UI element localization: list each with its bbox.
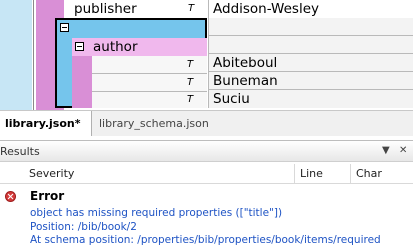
collapse-item-icon[interactable] [60,23,69,32]
value-column-divider [208,18,209,108]
type-marker: T [188,3,195,14]
error-schema-position[interactable]: At schema position: /properties/bib/prop… [30,234,381,247]
level-separator [33,0,34,110]
row-name: publisher [74,1,137,17]
results-panel: Results ▼ ✕ Severity Line Char Error obj… [0,140,413,249]
author-header[interactable]: author [72,38,207,56]
results-column-headers: Severity Line Char [0,164,413,184]
author-value-buneman[interactable]: Buneman [213,72,278,90]
column-severity[interactable]: Severity [24,164,294,184]
author-value-abiteboul[interactable]: Abiteboul [213,54,277,72]
collapse-author-icon[interactable] [75,42,84,51]
grid-view: publisher T Addison-Wesley author T T T [0,0,413,110]
outer-blue-band [0,0,32,110]
column-char[interactable]: Char [351,164,413,184]
results-header: Results ▼ ✕ [0,140,413,162]
type-marker: T [187,94,194,105]
tab-library-json[interactable]: library.json* [0,111,92,136]
author-values-area: T T T [92,56,207,108]
row-value[interactable]: Addison-Wesley [213,0,319,18]
tab-library-schema-json[interactable]: library_schema.json [93,111,209,136]
type-marker: T [187,77,194,88]
panel-menu-icon[interactable]: ▼ [382,144,390,158]
error-severity: Error [30,189,65,203]
close-icon[interactable]: ✕ [399,144,407,158]
results-title: Results [0,145,40,158]
error-message[interactable]: object has missing required properties (… [30,207,282,220]
error-position[interactable]: Position: /bib/book/2 [30,221,137,234]
grid-row-publisher[interactable]: publisher T Addison-Wesley [64,0,413,18]
column-line[interactable]: Line [295,164,350,184]
value-column: Abiteboul Buneman Suciu [208,18,413,108]
type-marker: T [187,59,194,70]
error-icon [5,191,16,202]
author-label: author [93,39,138,55]
row-divider [208,35,413,36]
author-block[interactable]: author T T T [72,38,207,108]
author-value-suciu[interactable]: Suciu [213,90,250,108]
name-column-divider [208,0,209,18]
selected-item[interactable]: author T T T [55,18,207,108]
document-tabs: library.json* library_schema.json [0,110,413,136]
